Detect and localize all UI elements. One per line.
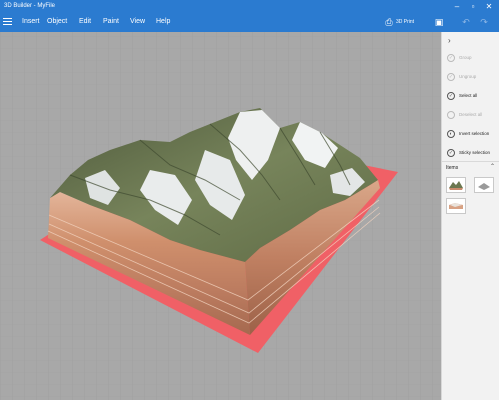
maximize-icon[interactable]: ▫: [466, 1, 480, 12]
menu-edit[interactable]: Edit: [79, 17, 91, 27]
invert-selection-command[interactable]: ◐ Invert selection: [445, 128, 499, 142]
deselect-all-icon: [447, 111, 455, 119]
terrain-scene[interactable]: [0, 32, 441, 400]
select-all-label: Select all: [459, 93, 478, 98]
3d-print-label: 3D Print: [396, 19, 415, 25]
panel-divider: [442, 161, 499, 162]
plate-thumb-icon: [478, 183, 490, 190]
item-thumbnail[interactable]: [446, 177, 466, 193]
menu-insert[interactable]: Insert: [22, 17, 40, 27]
undo-icon[interactable]: ↶: [460, 16, 472, 28]
chevron-right-icon[interactable]: ›: [448, 36, 451, 45]
menu-paint[interactable]: Paint: [103, 17, 119, 27]
window-title: 3D Builder - MyFile: [4, 3, 56, 9]
menu-object[interactable]: Object: [47, 17, 67, 27]
menu-bar: Insert Object Edit Paint View Help ⎙ 3D …: [0, 13, 499, 32]
terrain-thumb-icon: [449, 203, 463, 209]
command-panel: › ✓ Group ✓ Ungroup ✓ Select all Deselec…: [441, 32, 499, 400]
3d-viewport[interactable]: [0, 32, 441, 400]
ungroup-command[interactable]: ✓ Ungroup: [445, 71, 499, 85]
sticky-selection-label: Sticky selection: [459, 150, 491, 155]
group-icon: ✓: [447, 54, 455, 62]
items-heading: Items: [446, 165, 459, 171]
redo-icon[interactable]: ↷: [478, 16, 490, 28]
close-icon[interactable]: ✕: [482, 1, 496, 12]
deselect-all-command[interactable]: Deselect all: [445, 109, 499, 123]
save-icon[interactable]: ▣: [433, 16, 445, 28]
chevron-up-icon[interactable]: ⌃: [490, 163, 495, 170]
ungroup-icon: ✓: [447, 73, 455, 81]
deselect-all-label: Deselect all: [459, 112, 483, 117]
group-command[interactable]: ✓ Group: [445, 52, 499, 66]
invert-selection-icon: ◐: [447, 130, 455, 138]
hamburger-icon[interactable]: [3, 18, 12, 26]
mountain-thumb-icon: [449, 181, 463, 190]
sticky-selection-icon: ✓: [447, 149, 455, 157]
3d-print-icon: ⎙: [385, 17, 393, 27]
menu-view[interactable]: View: [130, 17, 145, 27]
menu-help[interactable]: Help: [156, 17, 170, 27]
minimize-icon[interactable]: –: [450, 1, 464, 12]
title-bar: 3D Builder - MyFile – ▫ ✕: [0, 0, 499, 13]
item-thumbnail[interactable]: [474, 177, 494, 193]
select-all-command[interactable]: ✓ Select all: [445, 90, 499, 104]
item-thumbnail[interactable]: [446, 198, 466, 214]
ungroup-label: Ungroup: [459, 74, 477, 79]
select-all-icon: ✓: [447, 92, 455, 100]
sticky-selection-command[interactable]: ✓ Sticky selection: [445, 147, 499, 161]
group-label: Group: [459, 55, 472, 60]
invert-selection-label: Invert selection: [459, 131, 490, 136]
